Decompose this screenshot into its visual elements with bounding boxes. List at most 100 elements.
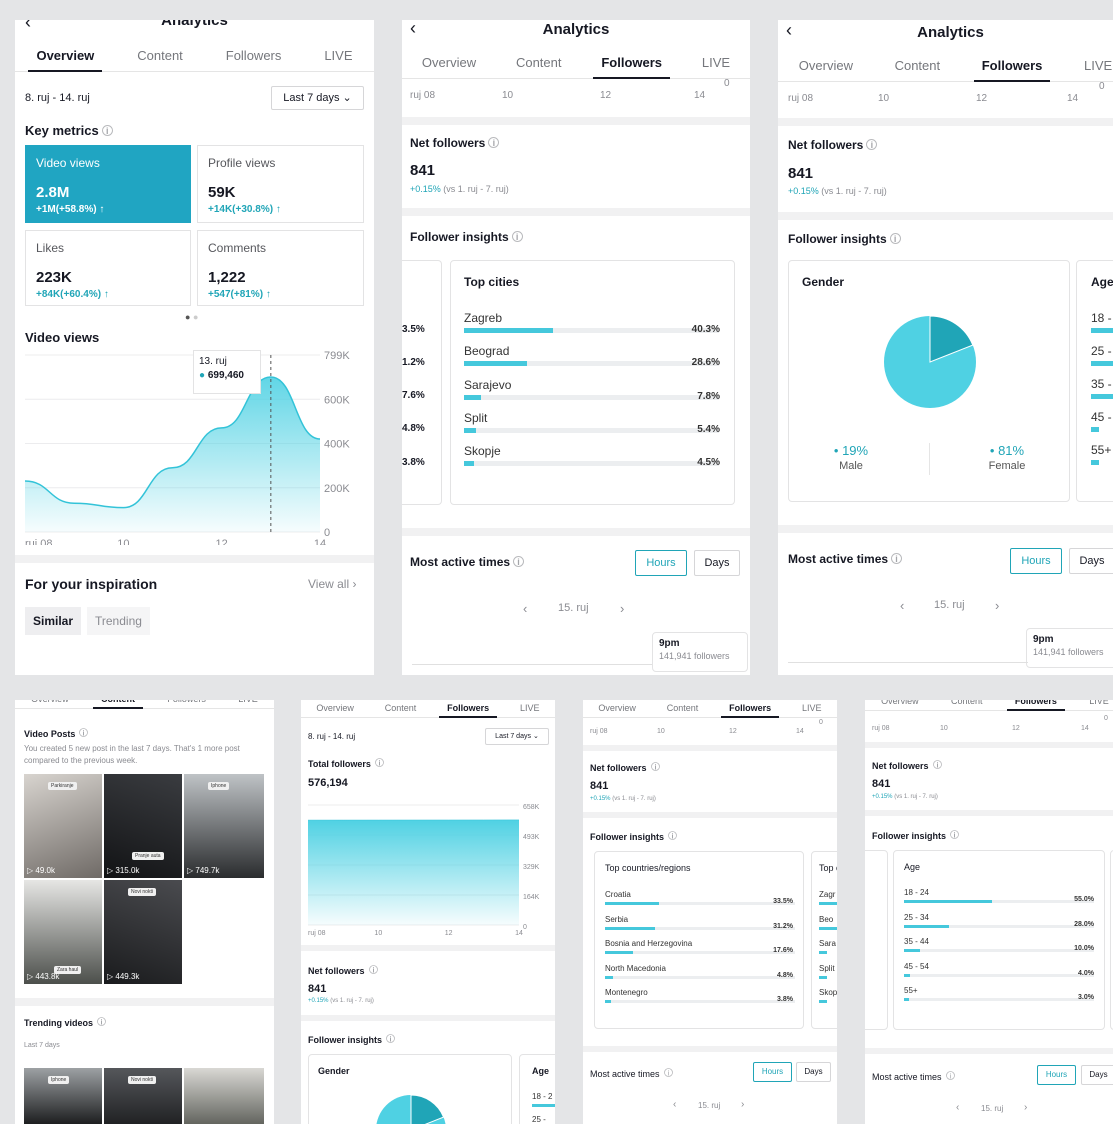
tab-content[interactable]: Content [385, 703, 417, 717]
next-date-icon[interactable]: › [620, 601, 624, 616]
prev-date-icon[interactable]: ‹ [523, 601, 527, 616]
video-thumb[interactable]: Iphone ▷ 749.7k [184, 774, 264, 878]
tab-followers[interactable]: Followers [721, 703, 780, 718]
divider [778, 118, 1113, 126]
info-icon[interactable]: i [945, 1071, 955, 1080]
net-followers-vs: (vs 1. ruj - 7. ruj) [610, 796, 656, 802]
hours-button[interactable]: Hours [753, 1062, 792, 1082]
prev-date-icon[interactable]: ‹ [956, 1102, 959, 1113]
video-thumb[interactable]: Novi nokti ▷ 449.3k [104, 880, 182, 984]
next-date-icon[interactable]: › [995, 598, 999, 613]
tab-content[interactable]: Content [951, 700, 983, 710]
country-bar-track [605, 975, 795, 979]
age-peek-title: Age [1091, 275, 1113, 289]
tab-live[interactable]: LIVE [1084, 58, 1112, 81]
tab-content[interactable]: Content [667, 703, 699, 717]
hours-button[interactable]: Hours [635, 550, 687, 576]
days-button[interactable]: Days [1081, 1065, 1113, 1085]
tab-followers[interactable]: Followers [226, 48, 282, 71]
city-pct: 4.5% [697, 457, 720, 469]
info-icon[interactable]: i [511, 231, 523, 242]
tab-live[interactable]: LIVE [520, 703, 540, 717]
tab-live[interactable]: LIVE [324, 48, 352, 71]
city-peek-name: Beo [819, 914, 834, 924]
info-icon[interactable]: i [374, 758, 384, 767]
city-bar [464, 394, 482, 400]
country-name: Bosnia and Herzegovina [605, 939, 693, 948]
net-followers-pct: +0.15% [308, 998, 329, 1004]
metric-profile-views[interactable]: Profile views 59K +14K(+30.8%) ↑ [197, 145, 364, 223]
hours-button[interactable]: Hours [1037, 1065, 1076, 1085]
tab-followers[interactable]: Followers [1006, 700, 1065, 711]
info-icon[interactable]: i [950, 830, 959, 839]
city-name: Beograd [464, 344, 510, 359]
video-thumb[interactable]: Pranje auta ▷ 315.0k [104, 774, 182, 878]
city-name: Skopje [464, 444, 501, 459]
tab-overview[interactable]: Overview [28, 48, 103, 72]
metric-comments[interactable]: Comments 1,222 +547(+81%) ↑ [197, 230, 364, 306]
total-followers-value: 576,194 [308, 777, 348, 789]
tab-followers[interactable]: Followers [167, 700, 206, 708]
days-button[interactable]: Days [694, 550, 740, 576]
chip-trending[interactable]: Trending [87, 607, 150, 635]
period-select[interactable]: Last 7 days ⌄ [485, 728, 549, 745]
info-icon[interactable]: i [488, 137, 500, 148]
most-active-title: Most active times i [788, 552, 903, 566]
video-posts-label: Video Posts [24, 729, 76, 739]
gender-title: Gender [318, 1066, 350, 1076]
country-pct: 31.2% [773, 922, 793, 930]
days-button[interactable]: Days [1069, 548, 1113, 574]
tab-followers[interactable]: Followers [973, 58, 1051, 82]
prev-date-icon[interactable]: ‹ [673, 1099, 676, 1110]
hours-button[interactable]: Hours [1010, 548, 1062, 574]
info-icon[interactable]: i [889, 233, 901, 244]
info-icon[interactable]: i [650, 762, 660, 771]
info-icon[interactable]: i [97, 1017, 106, 1026]
info-icon[interactable]: i [866, 139, 878, 150]
view-all-link[interactable]: View all › [308, 577, 356, 591]
trending-thumb[interactable] [184, 1068, 264, 1124]
info-icon[interactable]: i [368, 965, 378, 974]
info-icon[interactable]: i [386, 1034, 395, 1043]
next-date-icon[interactable]: › [1024, 1102, 1027, 1113]
tab-overview[interactable]: Overview [31, 700, 69, 708]
info-icon[interactable]: i [663, 1068, 673, 1077]
tab-overview[interactable]: Overview [422, 55, 476, 78]
days-button[interactable]: Days [796, 1062, 831, 1082]
followers-gender-panel: ‹ Analytics Overview Content Followers L… [778, 20, 1113, 675]
info-icon[interactable]: i [932, 760, 942, 769]
tab-content[interactable]: Content [516, 55, 562, 78]
tab-followers[interactable]: Followers [439, 703, 498, 718]
metric-video-views[interactable]: Video views 2.8M +1M(+58.8%) ↑ [25, 145, 191, 223]
period-select[interactable]: Last 7 days ⌄ [271, 86, 364, 110]
tab-live[interactable]: LIVE [238, 700, 258, 708]
info-icon[interactable]: i [101, 125, 113, 136]
tab-live[interactable]: LIVE [702, 55, 730, 78]
tab-overview[interactable]: Overview [881, 700, 919, 710]
age-peek-row: 25 - [532, 1115, 546, 1124]
info-icon[interactable]: i [891, 553, 903, 564]
tab-overview[interactable]: Overview [316, 703, 354, 717]
tab-content[interactable]: Content [137, 48, 183, 71]
video-thumb[interactable]: Zara haul ▷ 443.8k [24, 880, 102, 984]
tab-content[interactable]: Content [93, 700, 144, 709]
next-date-icon[interactable]: › [741, 1099, 744, 1110]
video-thumb[interactable]: Parkiranje ▷ 49.0k [24, 774, 102, 878]
info-icon[interactable]: i [668, 831, 677, 840]
tab-overview[interactable]: Overview [799, 58, 853, 81]
metric-label: Video views [36, 156, 100, 170]
info-icon[interactable]: i [79, 728, 89, 737]
city-peek-name: Skop [819, 988, 837, 997]
chip-similar[interactable]: Similar [25, 607, 82, 635]
trending-thumb[interactable]: Iphone [24, 1068, 102, 1124]
tab-followers[interactable]: Followers [593, 55, 670, 79]
tab-overview[interactable]: Overview [598, 703, 636, 717]
trending-thumb[interactable]: Novi nokti [104, 1068, 182, 1124]
tab-live[interactable]: LIVE [1089, 700, 1109, 710]
metric-likes[interactable]: Likes 223K +84K(+60.4%) ↑ [25, 230, 191, 306]
tab-content[interactable]: Content [895, 58, 941, 81]
tab-live[interactable]: LIVE [802, 703, 822, 717]
page-title: Analytics [161, 20, 228, 29]
prev-date-icon[interactable]: ‹ [900, 598, 904, 613]
info-icon[interactable]: i [513, 556, 525, 567]
